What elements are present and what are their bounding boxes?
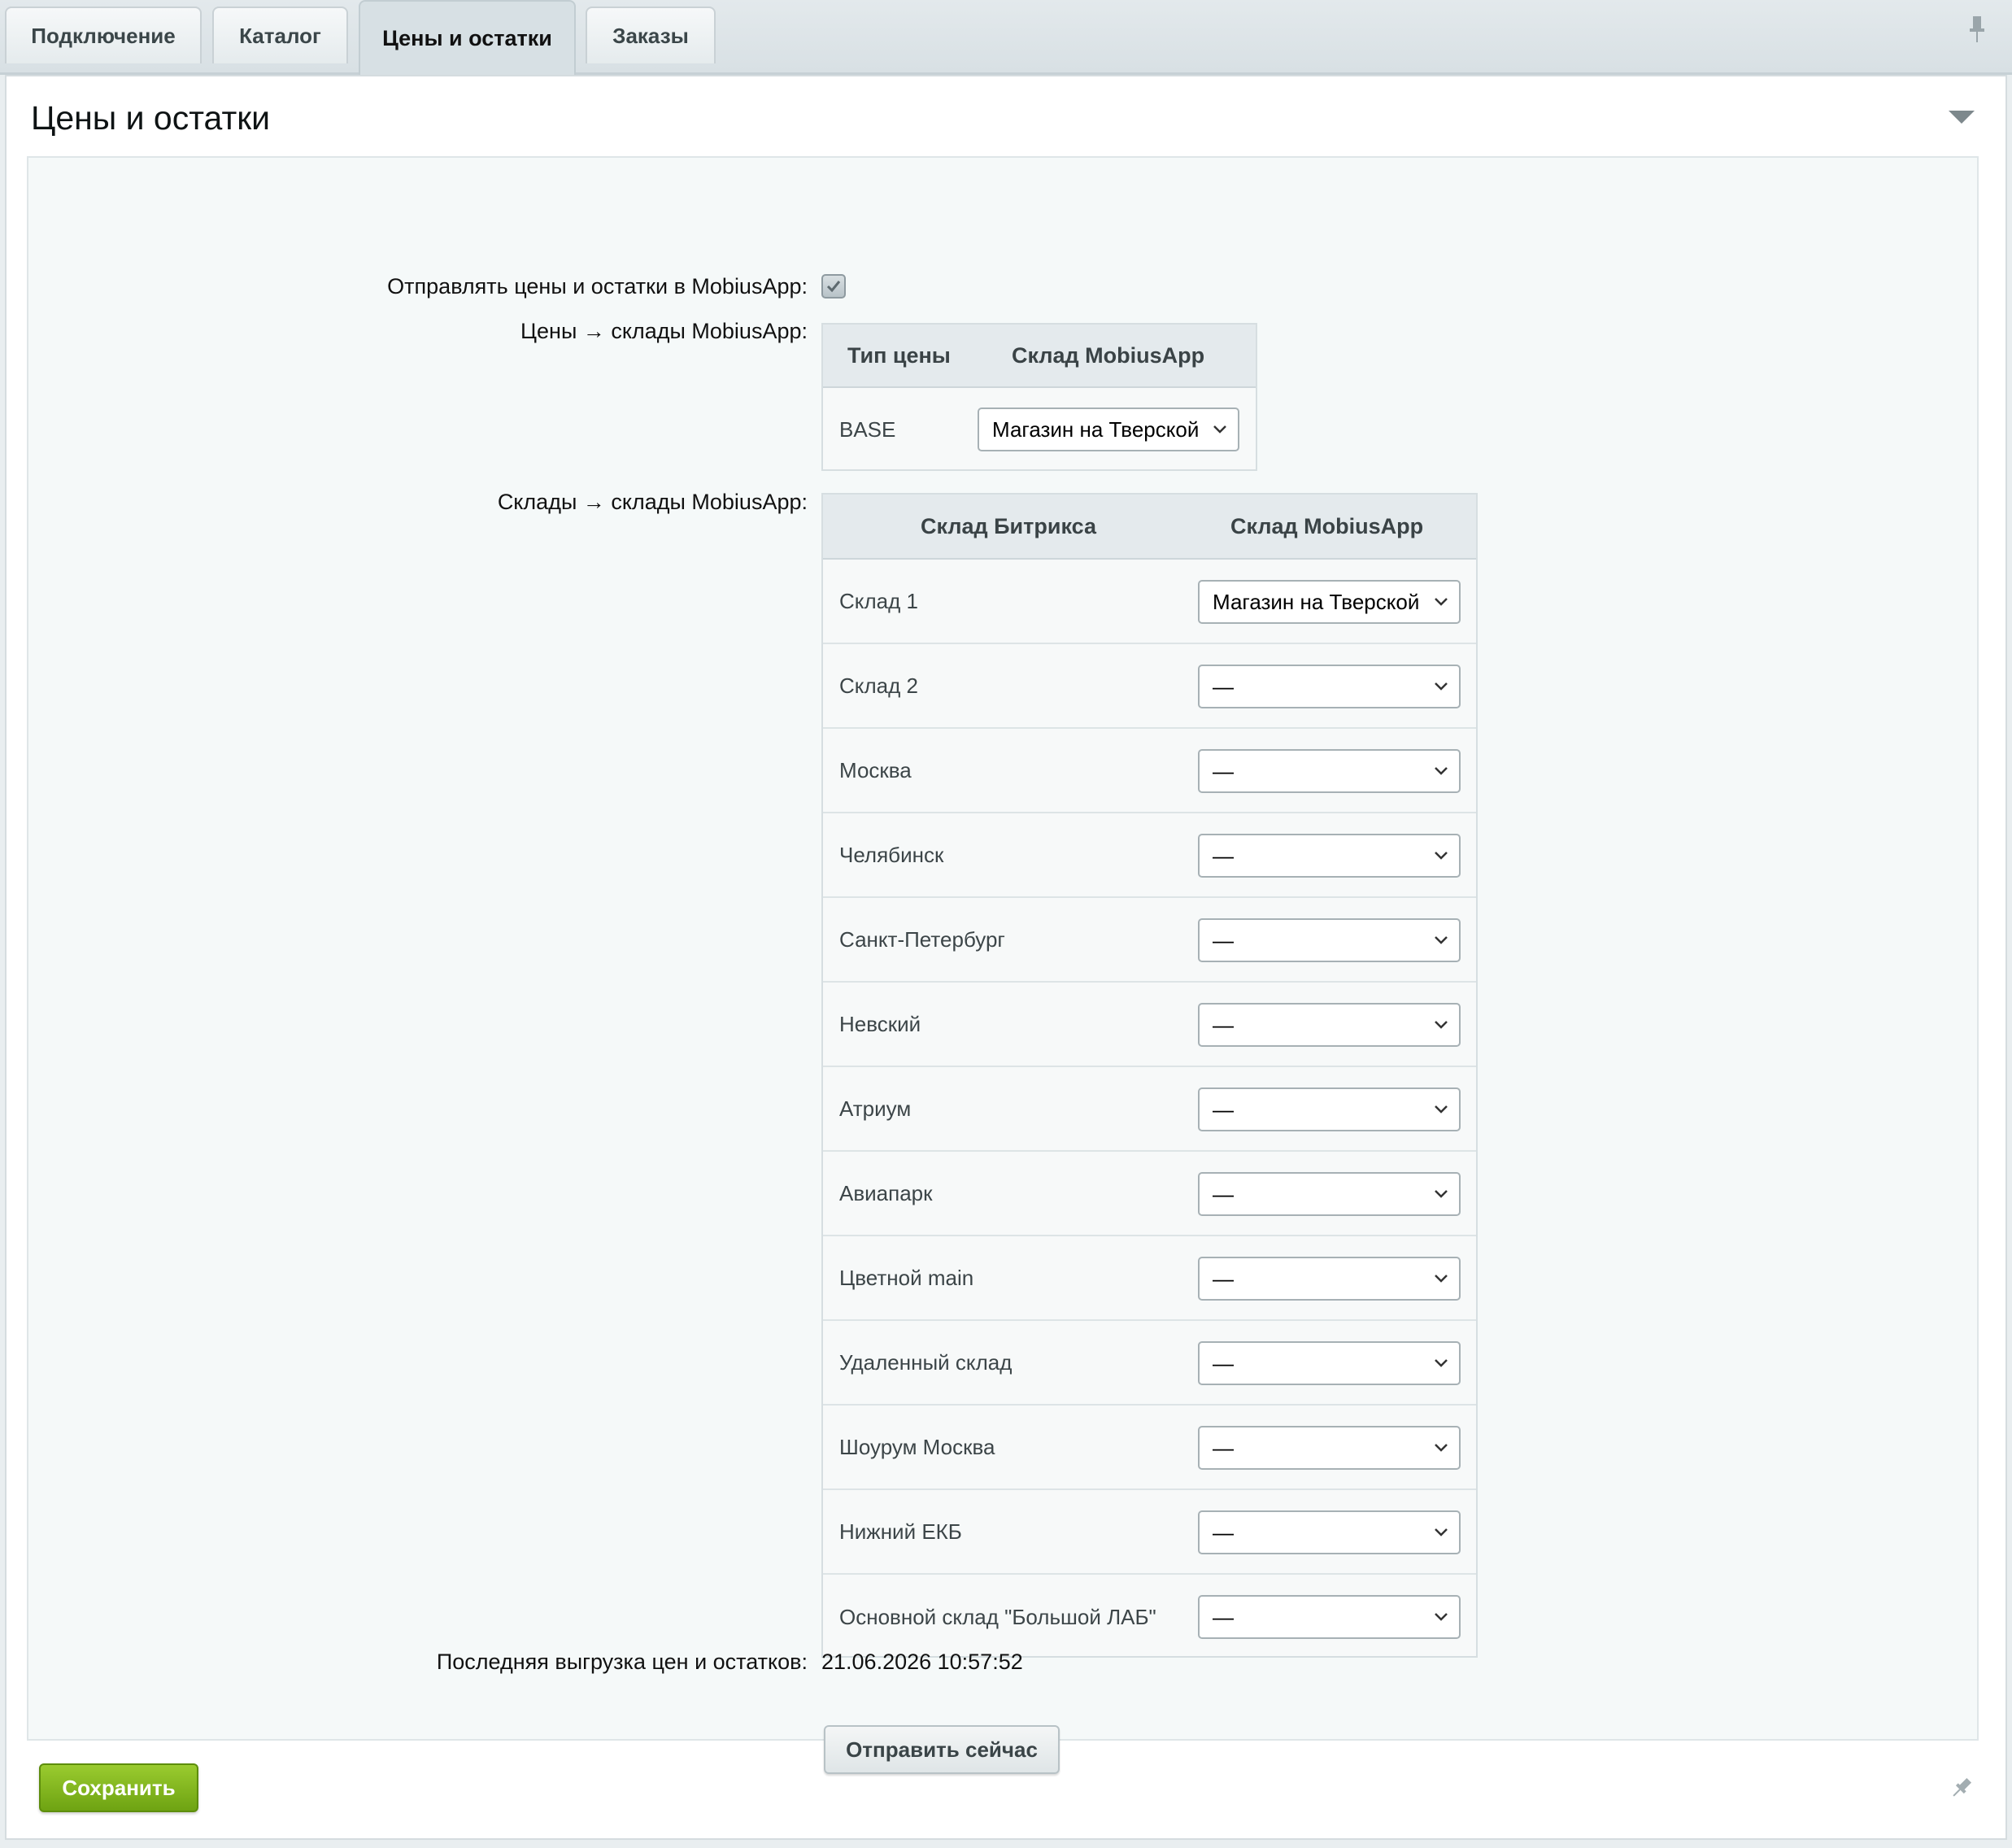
table-row: Склад 2 — <box>823 644 1476 729</box>
select-value: — <box>1213 1350 1234 1375</box>
stores-table: Склад Битрикса Склад MobiusApp Склад 1 Ма… <box>821 493 1478 1658</box>
stores-table-header: Склад Битрикса Склад MobiusApp <box>823 495 1476 560</box>
table-row: Шоурум Москва — <box>823 1406 1476 1490</box>
header-mobius-store: Склад MobiusApp <box>1230 513 1424 538</box>
prices-mapping-label: Цены → склады MobiusApp: <box>520 319 808 343</box>
checkmark-icon <box>826 281 841 293</box>
header-mobius-store: Склад MobiusApp <box>1012 342 1205 368</box>
bitrix-store-name: Склад 1 <box>839 588 918 613</box>
mobius-store-select[interactable]: — <box>1198 1510 1461 1554</box>
select-value: — <box>1213 1435 1234 1460</box>
bitrix-store-name: Основной склад "Большой ЛАБ" <box>839 1604 1156 1629</box>
chevron-down-icon <box>1435 598 1448 606</box>
table-row: BASE Магазин на Тверской <box>823 388 1256 471</box>
collapse-triangle-icon[interactable] <box>1945 106 1978 127</box>
last-export-label: Последняя выгрузка цен и остатков: <box>436 1650 808 1674</box>
bitrix-store-name: Невский <box>839 1011 921 1036</box>
prices-table-header: Тип цены Склад MobiusApp <box>823 325 1256 388</box>
header-price-type: Тип цены <box>847 342 951 368</box>
chevron-down-icon <box>1435 1275 1448 1283</box>
prices-table: Тип цены Склад MobiusApp BASE Магазин на… <box>821 323 1257 471</box>
table-row: Цветной main — <box>823 1236 1476 1321</box>
table-row: Удаленный склад — <box>823 1321 1476 1406</box>
select-value: Магазин на Тверской <box>992 416 1200 442</box>
mobius-store-select[interactable]: — <box>1198 1595 1461 1639</box>
mobius-store-select[interactable]: — <box>1198 665 1461 708</box>
select-value: — <box>1213 843 1234 868</box>
stores-mapping-label: Склады → склады MobiusApp: <box>497 490 808 514</box>
select-value: — <box>1213 927 1234 952</box>
tab-bar: Подключение Каталог Цены и остатки Заказ… <box>0 0 2012 75</box>
select-value: — <box>1213 1519 1234 1545</box>
chevron-down-icon <box>1435 852 1448 860</box>
price-type-cell: BASE <box>839 416 896 442</box>
mobius-store-select[interactable]: — <box>1198 1172 1461 1216</box>
chevron-down-icon <box>1435 1021 1448 1029</box>
bitrix-store-name: Авиапарк <box>839 1180 933 1205</box>
chevron-down-icon <box>1435 1190 1448 1198</box>
tab-catalog[interactable]: Каталог <box>212 7 348 63</box>
select-value: — <box>1213 758 1234 783</box>
bitrix-store-name: Санкт-Петербург <box>839 926 1005 952</box>
bitrix-store-name: Нижний ЕКБ <box>839 1519 962 1544</box>
chevron-down-icon <box>1435 1359 1448 1367</box>
bitrix-store-name: Шоурум Москва <box>839 1434 995 1459</box>
bitrix-store-name: Удаленный склад <box>839 1349 1013 1375</box>
mobius-store-select[interactable]: Магазин на Тверской <box>1198 580 1461 624</box>
send-now-button[interactable]: Отправить сейчас <box>824 1725 1060 1774</box>
table-row: Атриум — <box>823 1067 1476 1152</box>
select-value: — <box>1213 1012 1234 1037</box>
bitrix-store-name: Москва <box>839 757 912 782</box>
mobius-store-select[interactable]: — <box>1198 1087 1461 1131</box>
send-prices-checkbox[interactable] <box>821 274 846 299</box>
select-value: — <box>1213 1181 1234 1206</box>
chevron-down-icon <box>1213 425 1226 434</box>
tab-orders[interactable]: Заказы <box>586 7 716 63</box>
pin-icon[interactable] <box>1949 1775 1975 1801</box>
tab-connection[interactable]: Подключение <box>5 7 202 63</box>
mobius-store-select[interactable]: — <box>1198 1341 1461 1385</box>
chevron-down-icon <box>1435 1528 1448 1536</box>
table-row: Санкт-Петербург — <box>823 898 1476 983</box>
bitrix-store-name: Цветной main <box>839 1265 974 1290</box>
select-value: — <box>1213 1096 1234 1122</box>
chevron-down-icon <box>1435 1613 1448 1621</box>
mobius-store-select[interactable]: — <box>1198 1257 1461 1301</box>
select-value: — <box>1213 1604 1234 1629</box>
bitrix-store-name: Челябинск <box>839 842 944 867</box>
table-row: Склад 1 Магазин на Тверской <box>823 560 1476 644</box>
chevron-down-icon <box>1435 936 1448 944</box>
mobius-store-select[interactable]: — <box>1198 749 1461 793</box>
chevron-down-icon <box>1435 767 1448 775</box>
form-content: Отправлять цены и остатки в MobiusApp: Ц… <box>27 156 1979 1774</box>
mobius-store-select[interactable]: — <box>1198 1003 1461 1047</box>
mobius-store-select[interactable]: — <box>1198 1426 1461 1470</box>
chevron-down-icon <box>1435 1105 1448 1114</box>
table-row: Авиапарк — <box>823 1152 1476 1236</box>
select-value: — <box>1213 1266 1234 1291</box>
section-title: Цены и остатки <box>31 99 271 137</box>
send-prices-label: Отправлять цены и остатки в MobiusApp: <box>387 274 808 299</box>
settings-panel: Цены и остатки Отправлять цены и остатки… <box>5 75 2007 1840</box>
bitrix-store-name: Склад 2 <box>839 673 918 698</box>
mobius-store-select[interactable]: — <box>1198 918 1461 962</box>
pin-icon[interactable] <box>1966 15 1988 44</box>
tab-prices-stocks[interactable]: Цены и остатки <box>359 0 576 75</box>
bitrix-store-name: Атриум <box>839 1096 912 1121</box>
select-value: Магазин на Тверской <box>1213 589 1420 614</box>
chevron-down-icon <box>1435 682 1448 691</box>
price-store-select[interactable]: Магазин на Тверской <box>978 408 1239 451</box>
header-bitrix-store: Склад Битрикса <box>921 513 1096 538</box>
table-row: Невский — <box>823 983 1476 1067</box>
save-button[interactable]: Сохранить <box>39 1763 198 1812</box>
select-value: — <box>1213 673 1234 699</box>
mobius-store-select[interactable]: — <box>1198 834 1461 878</box>
table-row: Основной склад "Большой ЛАБ" — <box>823 1575 1476 1659</box>
table-row: Нижний ЕКБ — <box>823 1490 1476 1575</box>
chevron-down-icon <box>1435 1444 1448 1452</box>
table-row: Москва — <box>823 729 1476 813</box>
table-row: Челябинск — <box>823 813 1476 898</box>
last-export-value: 21.06.2026 10:57:52 <box>821 1650 1023 1674</box>
